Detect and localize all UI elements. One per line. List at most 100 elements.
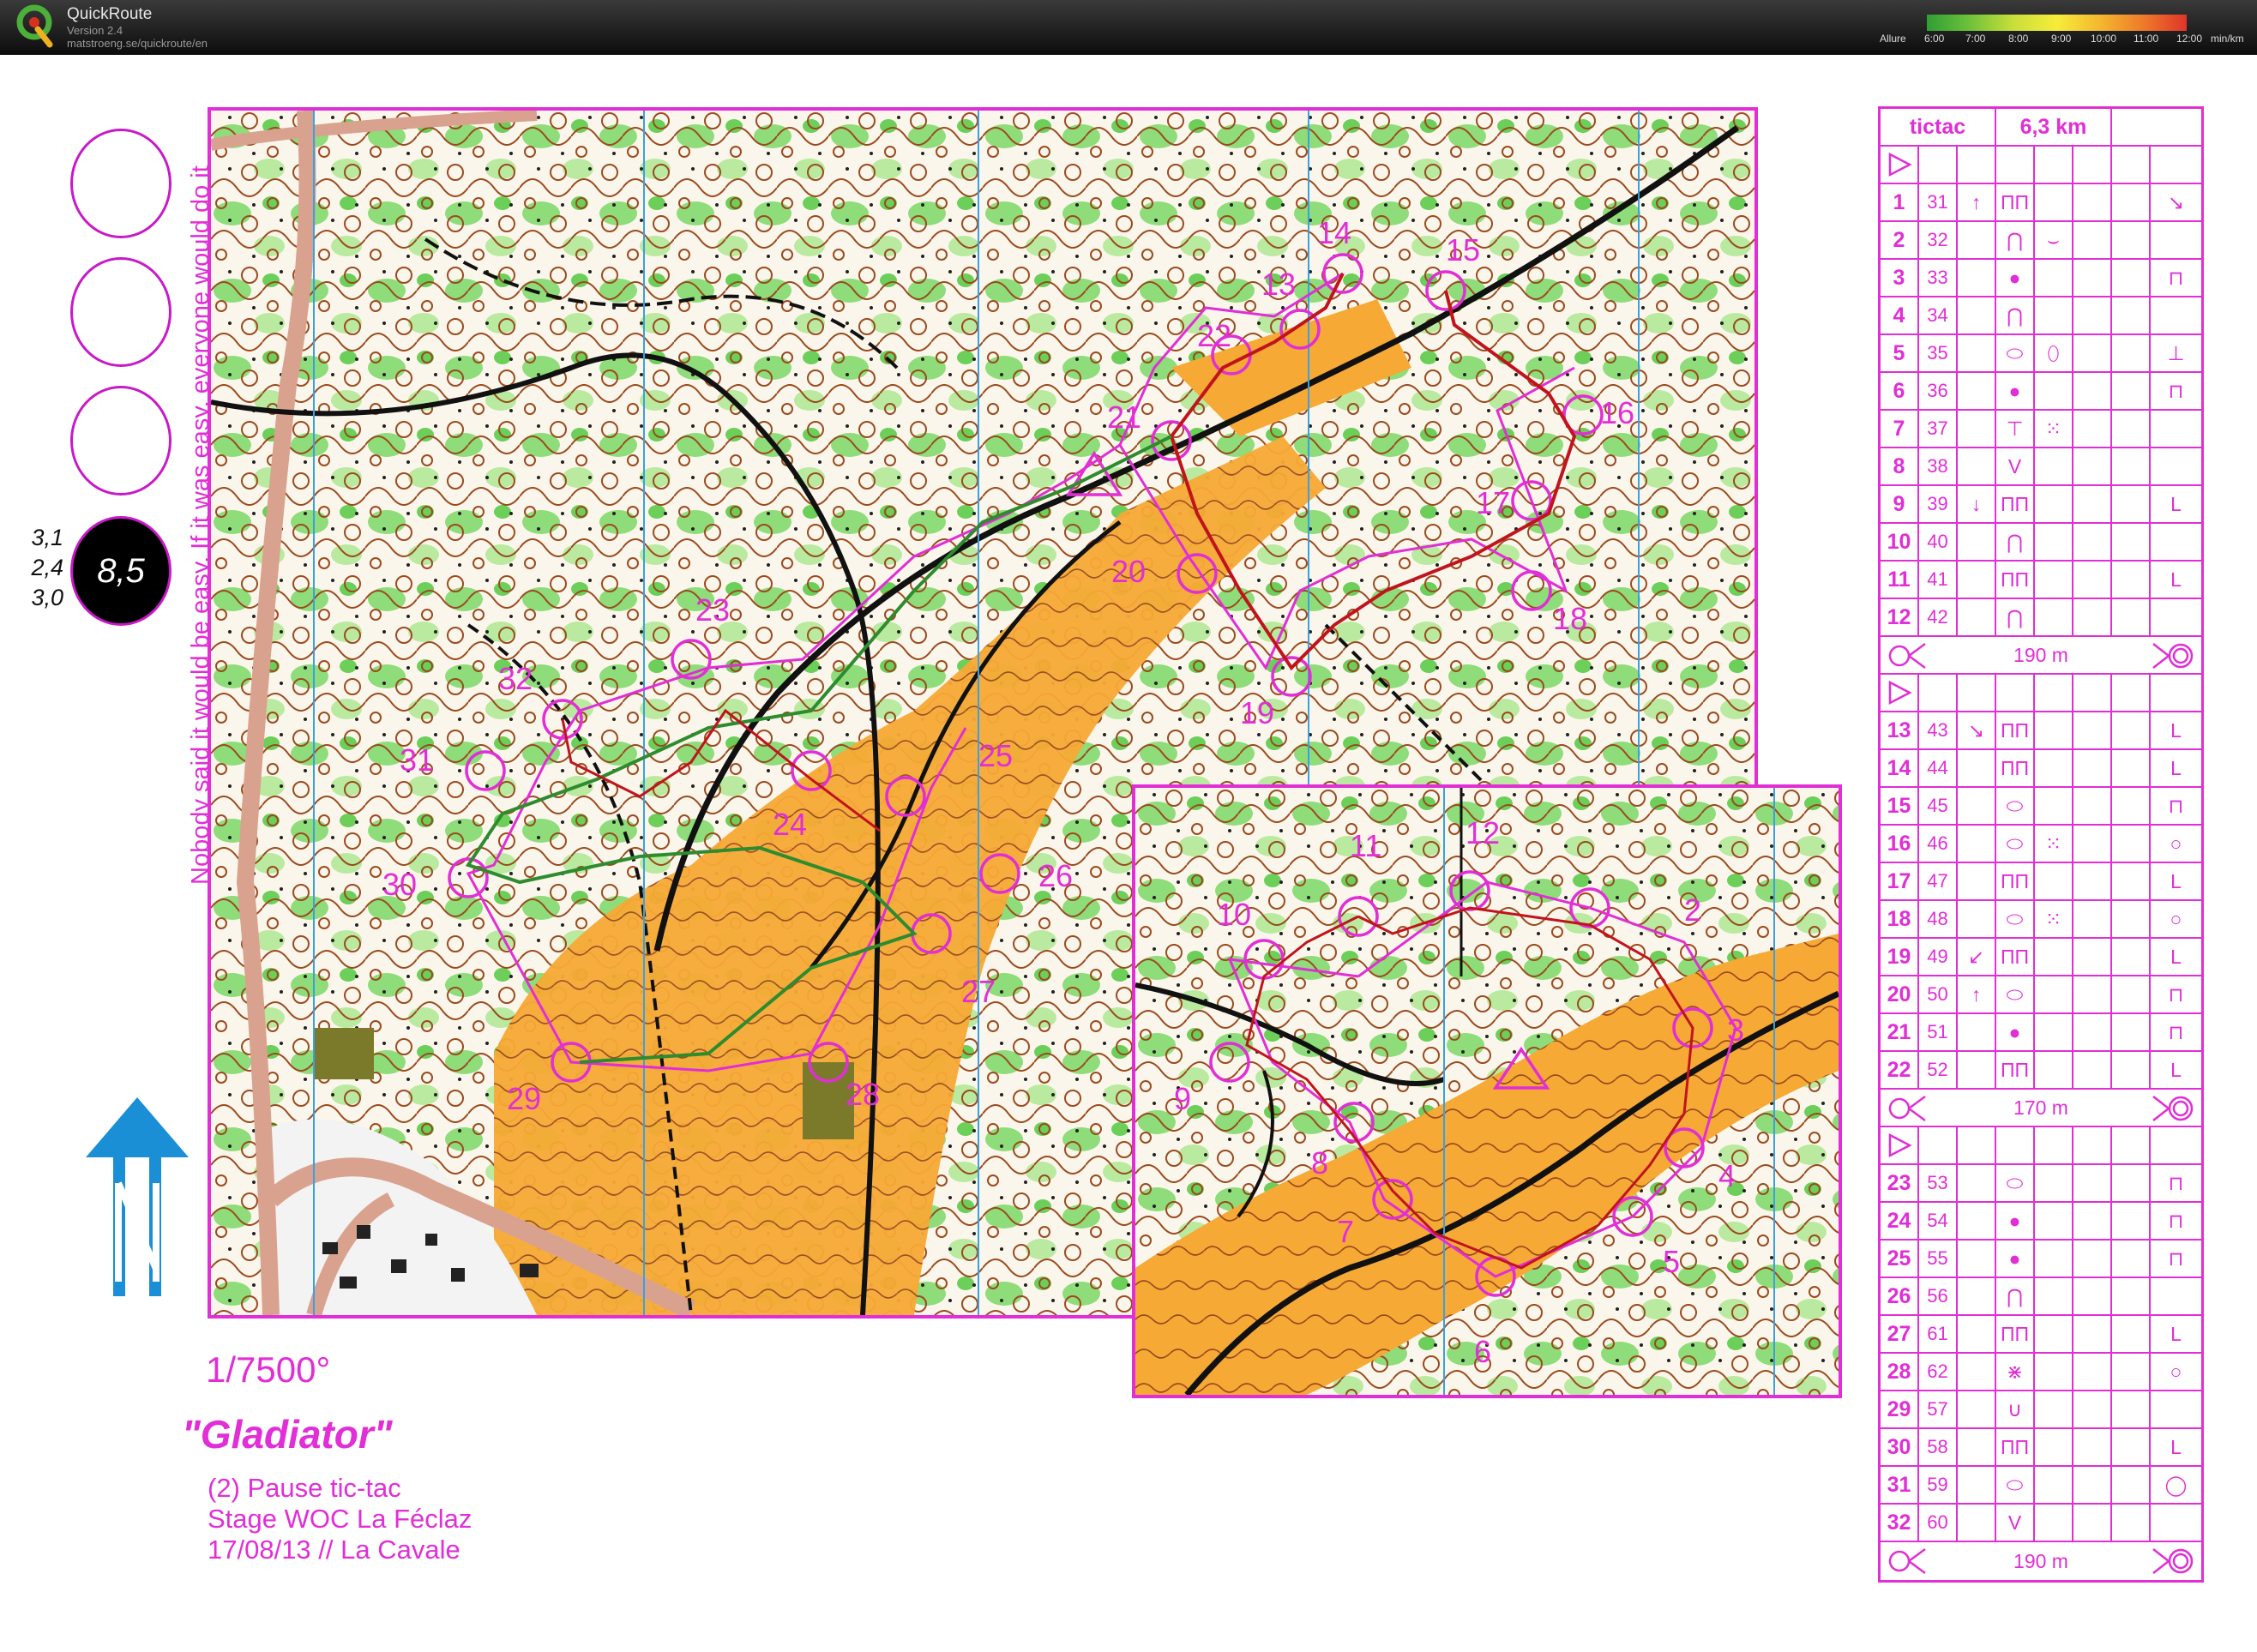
cd-control-row: 16 46 ⬭ ⁙ ○ [1881, 826, 2201, 863]
cd-direction-symbol [1958, 1354, 1996, 1390]
control-label: 9 [1174, 1081, 1191, 1116]
cd-empty-cell [2073, 260, 2112, 296]
control-label: 11 [1350, 828, 1381, 863]
cd-control-number: 29 [1881, 1391, 1919, 1427]
cd-empty-cell [2073, 147, 2112, 183]
cd-empty-cell [2151, 675, 2201, 711]
cd-control-code: 45 [1919, 788, 1958, 824]
cd-control-code: 53 [1919, 1165, 1958, 1201]
cd-empty-cell [2112, 939, 2151, 975]
map-inset-canvas[interactable]: 11 12 10 2 3 9 8 7 4 5 6 [1135, 788, 1839, 1395]
cd-empty-cell [2112, 712, 2151, 748]
cd-direction-symbol [1958, 373, 1996, 409]
cd-control-code: 33 [1919, 260, 1958, 296]
cd-control-row: 23 53 ⬭ ⊓ [1881, 1165, 2201, 1203]
cd-distance-row: 190 m [1881, 637, 2201, 675]
control-label: 16 [1600, 395, 1634, 430]
cd-position-symbol: ⊓ [2168, 794, 2184, 817]
cd-feature-symbol: ⋂ [1996, 222, 2035, 258]
cd-control-row: 28 62 ⋇ ○ [1881, 1354, 2201, 1391]
cd-distance-value: 190 m [2013, 643, 2068, 666]
orienteering-map-inset[interactable]: 11 12 10 2 3 9 8 7 4 5 6 [1132, 784, 1842, 1398]
cd-control-row: 7 37 ⊤ ⁙ [1881, 411, 2201, 448]
cd-empty-cell [2073, 562, 2112, 598]
cd-position-symbol: L [2170, 1058, 2182, 1081]
control-label: 25 [978, 738, 1013, 773]
cd-control-row: 27 61 ПП L [1881, 1316, 2201, 1354]
cd-control-number: 22 [1881, 1052, 1919, 1088]
cd-control-code: 54 [1919, 1203, 1958, 1239]
cd-empty-cell [2112, 448, 2151, 484]
control-label: 13 [1261, 267, 1296, 302]
cd-control-number: 13 [1881, 712, 1919, 748]
cd-control-row: 20 50 ↑ ⬭ ⊓ [1881, 976, 2201, 1014]
cd-control-number: 31 [1881, 1467, 1919, 1503]
app-title: QuickRoute [67, 5, 153, 23]
start-triangle-icon [1888, 1132, 1912, 1158]
cd-empty-cell [2112, 1316, 2151, 1352]
cd-empty-cell [2112, 411, 2151, 447]
map-scale: 1/7500° [206, 1349, 331, 1390]
cd-direction-symbol [1958, 1467, 1996, 1503]
cd-detail-symbol [2035, 1354, 2073, 1390]
cd-empty-cell [2112, 675, 2151, 711]
cd-empty-cell [2073, 524, 2112, 560]
control-label: 5 [1663, 1244, 1680, 1279]
cd-direction-symbol [1958, 1052, 1996, 1088]
cd-detail-symbol [2035, 1241, 2073, 1277]
cd-control-number: 14 [1881, 750, 1919, 786]
cd-control-row: 17 47 ПП L [1881, 863, 2201, 901]
cd-detail-symbol [2035, 1391, 2073, 1427]
cd-feature-symbol: ⬭ [1996, 1467, 2035, 1503]
control-label: 30 [382, 867, 417, 902]
cd-empty-cell [2073, 1278, 2112, 1314]
cd-control-code: 42 [1919, 599, 1958, 635]
pace-tick: 12:00 [2176, 33, 2203, 45]
cd-direction-symbol [1958, 297, 1996, 333]
cd-control-number: 8 [1881, 448, 1919, 484]
cd-header-blank [2112, 109, 2201, 145]
cd-control-row: 19 49 ↙ ПП L [1881, 939, 2201, 976]
control-label: 29 [507, 1081, 541, 1116]
cd-feature-symbol: ● [1996, 260, 2035, 296]
cd-detail-symbol: ⁙ [2035, 826, 2073, 862]
cd-control-row: 1 31 ↑ ПП ↘ [1881, 184, 2201, 222]
cd-feature-symbol: ПП [1996, 562, 2035, 598]
cd-detail-symbol [2035, 562, 2073, 598]
cd-detail-symbol [2035, 1429, 2073, 1465]
cd-feature-symbol: ● [1996, 373, 2035, 409]
cd-position-symbol: L [2170, 756, 2182, 779]
cd-direction-symbol [1958, 1278, 1996, 1314]
cd-control-row: 12 42 ⋂ [1881, 599, 2201, 637]
cd-empty-cell [2112, 863, 2151, 899]
control-label: 21 [1107, 399, 1141, 435]
cd-empty-cell [2112, 260, 2151, 296]
cd-feature-symbol: ⬭ [1996, 788, 2035, 824]
control-label: 20 [1111, 554, 1146, 589]
cd-feature-symbol: V [1996, 1505, 2035, 1541]
cd-control-number: 17 [1881, 863, 1919, 899]
cd-control-number: 11 [1881, 562, 1919, 598]
cd-empty-cell [2112, 750, 2151, 786]
cd-control-number: 5 [1881, 335, 1919, 371]
cd-detail-symbol [2035, 524, 2073, 560]
finish-icon [2152, 643, 2194, 669]
cd-control-number: 15 [1881, 788, 1919, 824]
cd-position-symbol: L [2170, 1322, 2182, 1345]
cd-control-code: 61 [1919, 1316, 1958, 1352]
cd-feature-symbol: ⬭ [1996, 335, 2035, 371]
cd-empty-cell [2112, 1052, 2151, 1088]
cd-detail-symbol [2035, 1278, 2073, 1314]
finish-icon [2152, 1096, 2194, 1121]
cd-empty-cell [2073, 976, 2112, 1012]
cd-feature-symbol: ⬭ [1996, 976, 2035, 1012]
cd-direction-symbol [1958, 524, 1996, 560]
cd-empty-cell [2073, 1505, 2112, 1541]
cd-control-row: 26 56 ⋂ [1881, 1278, 2201, 1316]
cd-empty-cell [2112, 788, 2151, 824]
cd-empty-cell [1919, 1127, 1958, 1163]
cd-position-symbol: ○ [2170, 1360, 2182, 1383]
control-label: 7 [1337, 1214, 1354, 1249]
cd-feature-symbol: ПП [1996, 184, 2035, 220]
cd-feature-symbol: ПП [1996, 1429, 2035, 1465]
